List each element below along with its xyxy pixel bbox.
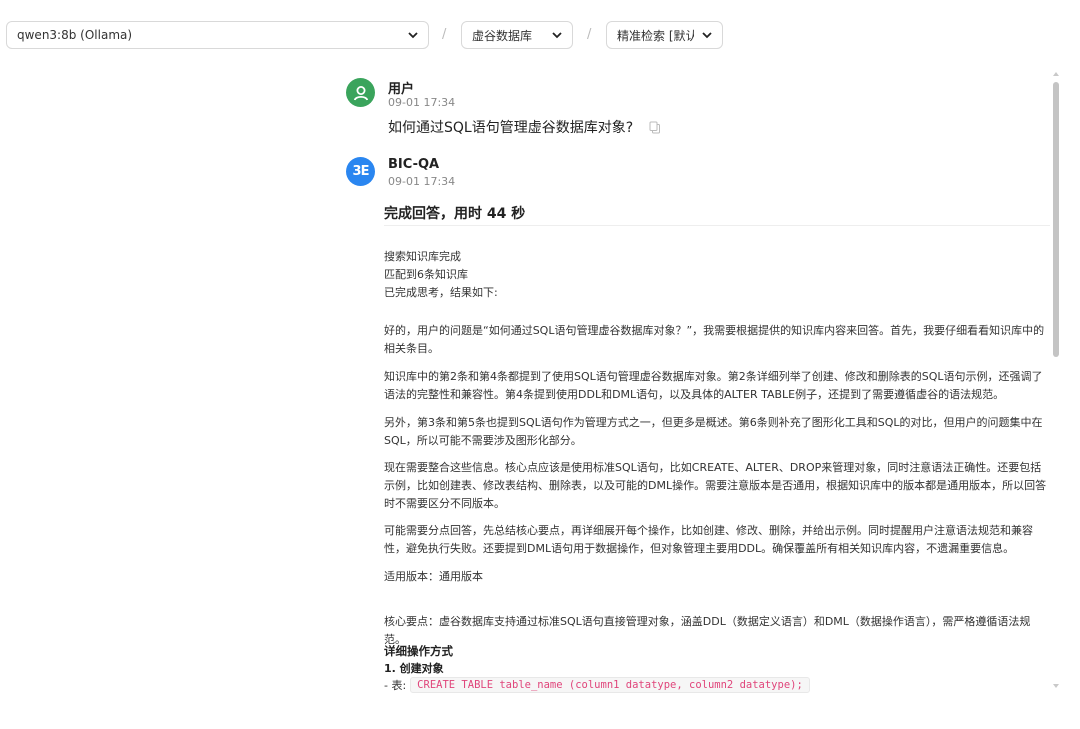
answer-paragraph: 好的，用户的问题是“如何通过SQL语句管理虚谷数据库对象？”，我需要根据提供的知… [384,324,1045,355]
code-prefix: - 表: [384,679,407,692]
vertical-scrollbar[interactable] [1051,72,1061,692]
core-points: 核心要点：虚谷数据库支持通过标准SQL语句直接管理对象，涵盖DDL（数据定义语言… [384,615,1031,646]
chevron-down-icon [408,31,418,39]
breadcrumb-separator: / [587,27,592,42]
answer-paragraph: 可能需要分点回答，先总结核心要点，再详细展开每个操作，比如创建、修改、删除，并给… [384,524,1033,555]
database-select[interactable]: 虚谷数据库 [461,21,573,49]
user-message-time: 09-01 17:34 [388,96,456,109]
bot-name: BIC-QA [388,157,440,172]
user-name: 用户 [388,82,415,97]
status-line: 已完成思考，结果如下: [384,286,498,299]
answer-paragraph: 知识库中的第2条和第4条都提到了使用SQL语句管理虚谷数据库对象。第2条详细列举… [384,370,1043,401]
user-question: 如何通过SQL语句管理虚谷数据库对象? [388,117,661,137]
applicable-version: 适用版本：通用版本 [384,570,483,583]
scroll-up-icon[interactable] [1053,72,1059,76]
copy-icon[interactable] [649,121,661,134]
user-question-text: 如何通过SQL语句管理虚谷数据库对象? [388,120,634,136]
retrieval-status: 搜索知识库完成 匹配到6条知识库 已完成思考，结果如下: [384,248,498,302]
user-message: 用户 09-01 17:34 如何通过SQL语句管理虚谷数据库对象? [346,78,1056,138]
retrieval-mode-select[interactable]: 精准检索 [默认] [606,21,723,49]
chat-scroll-area[interactable]: 用户 09-01 17:34 如何通过SQL语句管理虚谷数据库对象? 3E BI… [0,66,1080,729]
scroll-down-icon[interactable] [1053,684,1059,688]
scrollbar-thumb[interactable] [1053,82,1059,357]
model-select-value: qwen3:8b (Ollama) [17,28,133,42]
user-icon [353,85,368,100]
detail-heading: 详细操作方式 [384,644,453,658]
chevron-down-icon [552,31,562,39]
bot-answer: 完成回答，用时 44 秒 搜索知识库完成 匹配到6条知识库 已完成思考，结果如下… [384,203,1050,693]
bot-message-time: 09-01 17:34 [388,175,456,188]
model-select[interactable]: qwen3:8b (Ollama) [6,21,429,49]
bot-avatar: 3E [346,157,375,186]
top-toolbar: qwen3:8b (Ollama) / 虚谷数据库 / 精准检索 [默认] [0,0,1080,70]
bot-message-header: 3E BIC-QA 09-01 17:34 [346,157,1056,197]
breadcrumb-separator: / [442,27,447,42]
retrieval-mode-value: 精准检索 [默认] [617,28,694,43]
database-select-value: 虚谷数据库 [472,28,533,43]
user-avatar [346,78,375,107]
status-line: 匹配到6条知识库 [384,268,468,281]
create-object-heading: 1. 创建对象 [384,662,444,675]
answer-paragraph: 现在需要整合这些信息。核心点应该是使用标准SQL语句，比如CREATE、ALTE… [384,461,1047,510]
chevron-down-icon [702,31,712,39]
answer-complete-heading: 完成回答，用时 44 秒 [384,206,526,222]
code-example: - 表: CREATE TABLE table_name (column1 da… [384,677,810,693]
answer-paragraph: 另外，第3条和第5条也提到SQL语句作为管理方式之一，但更多是概述。第6条则补充… [384,416,1043,447]
status-line: 搜索知识库完成 [384,250,461,263]
divider [384,225,1050,226]
inline-code: CREATE TABLE table_name (column1 datatyp… [410,677,810,693]
